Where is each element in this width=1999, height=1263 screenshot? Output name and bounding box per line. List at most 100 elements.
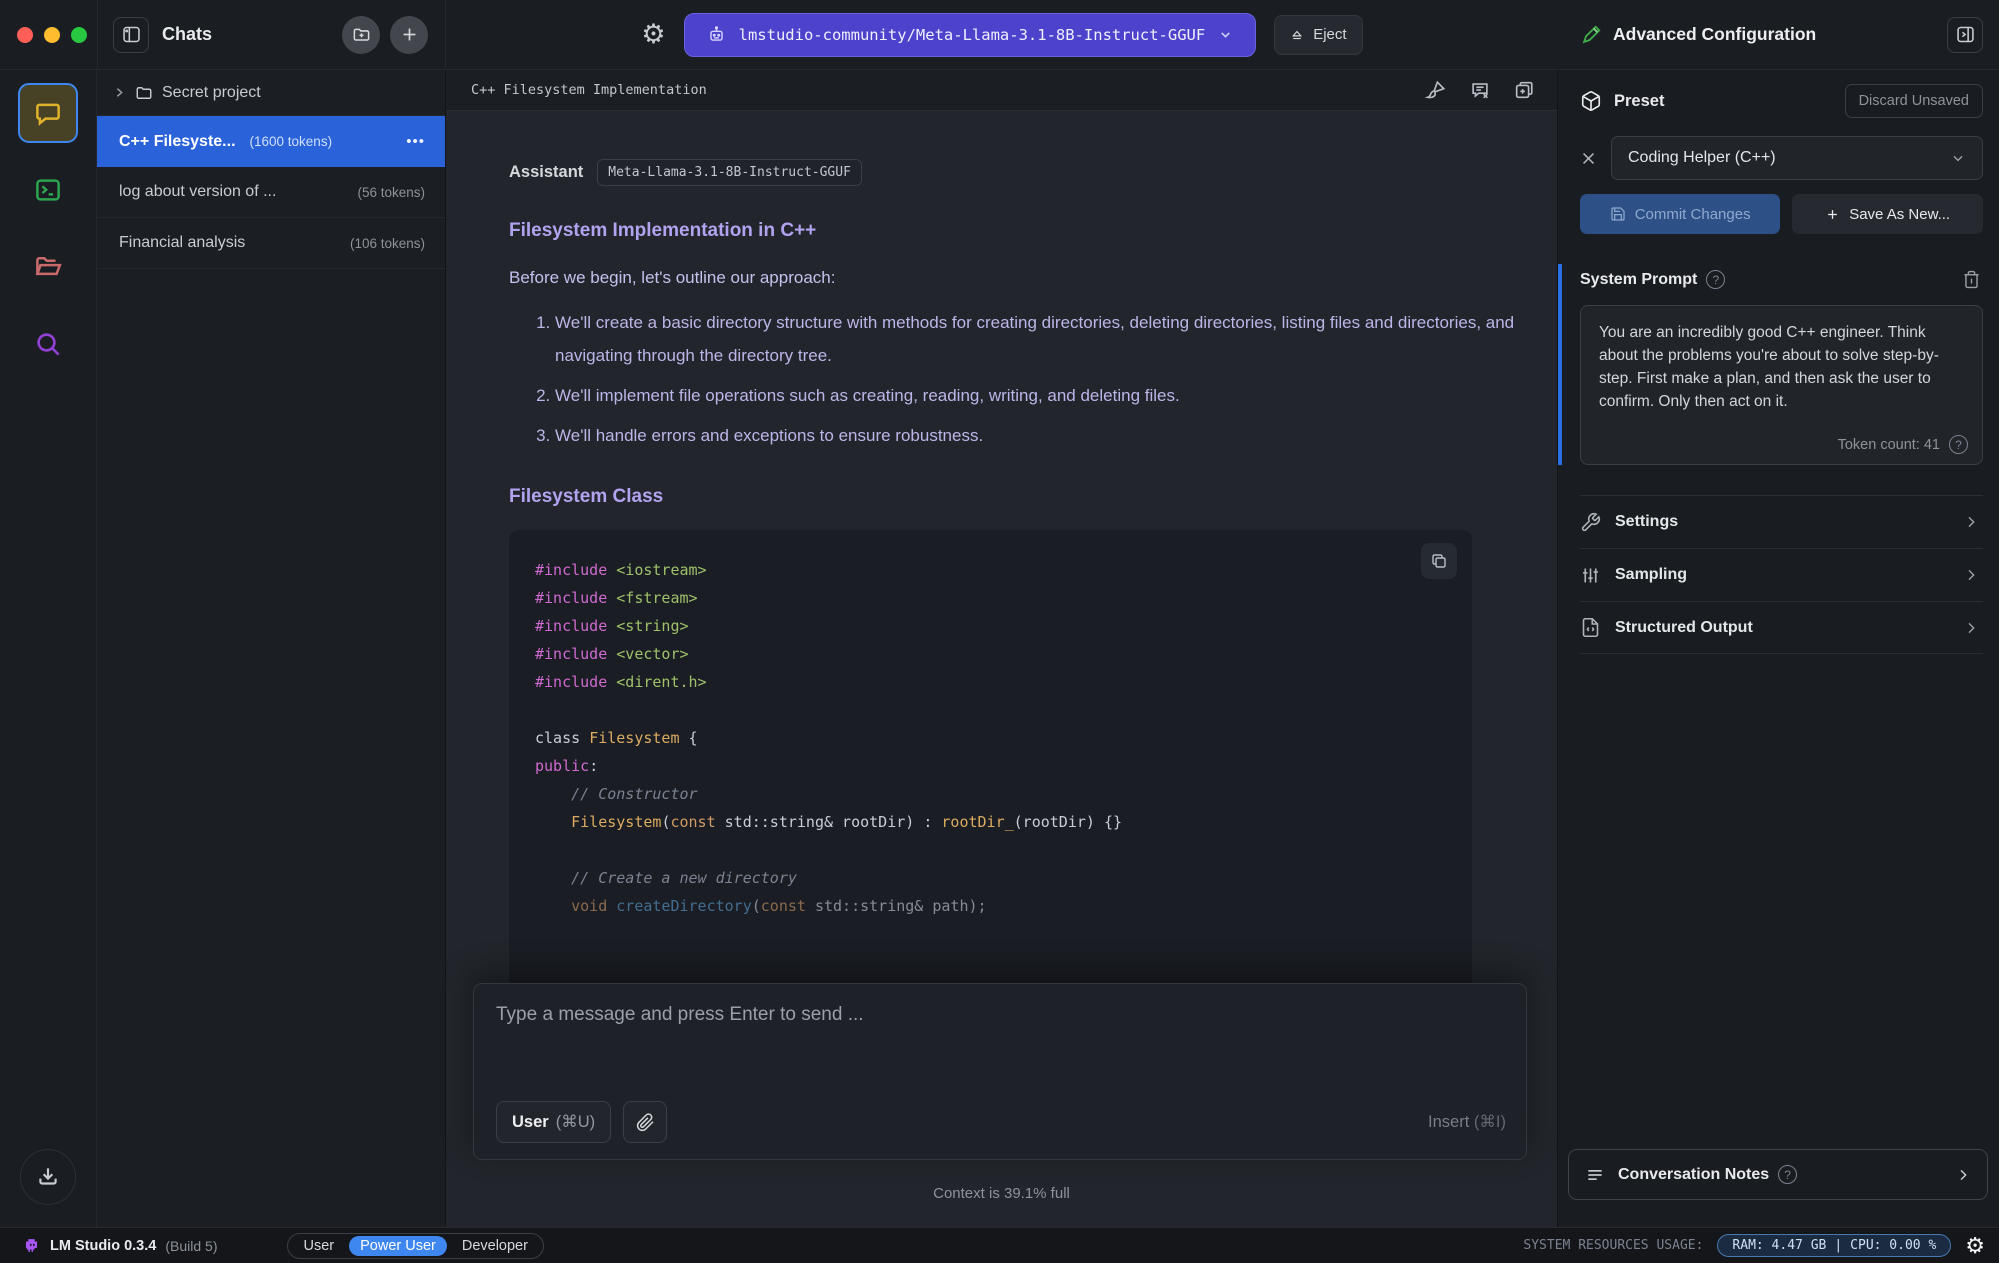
new-chat-button[interactable]: [390, 15, 428, 54]
context-usage-status: Context is 39.1% full: [933, 1185, 1070, 1202]
new-folder-button[interactable]: [342, 15, 380, 54]
close-window-button[interactable]: [17, 26, 33, 43]
commit-changes-button[interactable]: Commit Changes: [1580, 194, 1781, 234]
panel-section-settings[interactable]: Settings: [1580, 495, 1983, 548]
chat-item-title: log about version of ...: [119, 183, 277, 200]
minimize-window-button[interactable]: [44, 26, 60, 43]
resource-usage-pill[interactable]: RAM: 4.47 GB | CPU: 0.00 %: [1717, 1234, 1952, 1257]
chevron-right-icon: [113, 86, 126, 99]
chat-list-item[interactable]: C++ Filesyste... (1600 tokens) •••: [97, 116, 445, 167]
panel-section-label: Sampling: [1615, 566, 1688, 583]
save-as-new-button[interactable]: Save As New...: [1792, 194, 1983, 234]
preset-selected-value: Coding Helper (C++): [1628, 149, 1776, 166]
chat-bubble-icon: [33, 98, 63, 128]
divider: [97, 0, 98, 69]
markdown-heading: Filesystem Implementation in C++: [509, 220, 817, 241]
trash-icon[interactable]: [1962, 270, 1981, 289]
pencil-icon: [1580, 24, 1602, 46]
chat-list-item[interactable]: log about version of ... (56 tokens): [97, 167, 445, 218]
downloads-button[interactable]: [20, 1149, 76, 1205]
system-prompt-editor[interactable]: You are an incredibly good C++ engineer.…: [1580, 305, 1983, 465]
help-icon[interactable]: ?: [1706, 270, 1726, 289]
top-bar-right: Advanced Configuration: [1558, 0, 1999, 69]
download-icon: [35, 1164, 61, 1190]
role-selector-shortcut: (⌘U): [555, 1113, 596, 1131]
rail-discover-tab[interactable]: [18, 314, 78, 374]
code-line: #include <string>: [535, 617, 689, 635]
plus-icon: [1825, 207, 1840, 222]
assistant-message-body: Filesystem Implementation in C++ Before …: [509, 220, 1557, 1060]
panel-section-sampling[interactable]: Sampling: [1580, 548, 1983, 601]
attach-file-button[interactable]: [623, 1101, 668, 1143]
code-line: Filesystem(const std::string& rootDir) :…: [571, 813, 1123, 831]
settings-gear-icon[interactable]: ⚙: [1965, 1234, 1985, 1257]
copy-code-button[interactable]: [1421, 543, 1457, 579]
chat-item-token-count: (106 tokens): [349, 235, 425, 251]
sidebar-folder-secret-project[interactable]: Secret project: [97, 70, 445, 116]
eject-label: Eject: [1313, 26, 1347, 43]
conversation-notes-label: Conversation Notes: [1618, 1165, 1770, 1183]
insert-label: Insert: [1428, 1113, 1470, 1131]
ram-usage: RAM: 4.47 GB: [1732, 1238, 1827, 1253]
message-input[interactable]: Type a message and press Enter to send .…: [496, 1004, 1506, 1026]
resources-label: SYSTEM RESOURCES USAGE:: [1523, 1238, 1704, 1253]
panel-section-structured-output[interactable]: Structured Output: [1580, 601, 1983, 654]
model-settings-gear-icon[interactable]: ⚙: [641, 21, 665, 48]
chat-item-token-count: (1600 tokens): [249, 134, 333, 149]
chat-item-menu-icon[interactable]: •••: [406, 133, 425, 150]
code-line: #include <fstream>: [535, 589, 698, 607]
panel-section-label: Structured Output: [1615, 618, 1753, 636]
rail-my-models-tab[interactable]: [18, 237, 78, 297]
mode-power-user[interactable]: Power User: [349, 1235, 447, 1256]
assistant-model-badge: Meta-Llama-3.1-8B-Instruct-GGUF: [597, 159, 862, 186]
assistant-message-header: Assistant Meta-Llama-3.1-8B-Instruct-GGU…: [509, 159, 1557, 186]
right-panel-toggle-button[interactable]: [1947, 16, 1983, 53]
tidy-brush-icon[interactable]: [1425, 79, 1447, 101]
mode-developer[interactable]: Developer: [451, 1236, 539, 1256]
divider: [445, 0, 446, 69]
rail-developer-tab[interactable]: [18, 160, 78, 220]
eject-model-button[interactable]: Eject: [1274, 14, 1363, 55]
markdown-list-item: We'll create a basic directory structure…: [555, 306, 1557, 372]
pill-divider: |: [1834, 1238, 1843, 1253]
commit-changes-label: Commit Changes: [1634, 205, 1751, 223]
chat-list-item[interactable]: Financial analysis (106 tokens): [97, 218, 445, 269]
zoom-window-button[interactable]: [71, 26, 87, 43]
sidebar-toggle-button[interactable]: [113, 16, 149, 53]
paperclip-icon: [636, 1112, 655, 1132]
conversation-notes-button[interactable]: Conversation Notes ?: [1568, 1149, 1988, 1200]
chat-title: C++ Filesystem Implementation: [471, 82, 707, 98]
discard-unsaved-button[interactable]: Discard Unsaved: [1844, 84, 1983, 118]
insert-button[interactable]: Insert (⌘I): [1428, 1112, 1506, 1132]
user-mode-switcher: User Power User Developer: [287, 1232, 544, 1259]
sidebar-toggle-icon: [121, 24, 142, 45]
build-label: (Build 5): [165, 1237, 218, 1254]
duplicate-chat-icon[interactable]: [1513, 79, 1535, 101]
panel-sections: Settings Sampling Structured Output: [1580, 495, 1983, 654]
status-bar: LM Studio 0.3.4 (Build 5) User Power User…: [0, 1227, 1999, 1263]
clear-conversation-icon[interactable]: [1469, 79, 1491, 101]
panel-right-icon: [1955, 24, 1976, 45]
markdown-list-item: We'll handle errors and exceptions to en…: [555, 419, 1557, 452]
eject-icon: [1290, 28, 1304, 42]
mode-user[interactable]: User: [292, 1236, 345, 1256]
chats-title: Chats: [162, 24, 213, 44]
top-bar-center: ⚙ lmstudio-community/Meta-Llama-3.1-8B-I…: [446, 0, 1558, 69]
notes-icon: [1585, 1165, 1605, 1185]
role-selector-button[interactable]: User (⌘U): [496, 1101, 612, 1143]
model-name: lmstudio-community/Meta-Llama-3.1-8B-Ins…: [738, 25, 1206, 44]
lm-studio-window: Chats ⚙ lmstudio-community/Meta-Llama-3.…: [0, 0, 1999, 1263]
system-prompt-section: System Prompt ? You are an incredibly go…: [1558, 264, 1983, 465]
loaded-model-selector[interactable]: lmstudio-community/Meta-Llama-3.1-8B-Ins…: [683, 12, 1257, 57]
code-line: #include <dirent.h>: [535, 673, 707, 691]
code-line: #include <vector>: [535, 645, 689, 663]
rail-chats-tab[interactable]: [18, 83, 78, 143]
terminal-icon: [33, 175, 63, 205]
chevron-right-icon: [1963, 567, 1979, 583]
help-icon[interactable]: ?: [1949, 435, 1968, 454]
preset-dropdown[interactable]: Coding Helper (C++): [1611, 136, 1983, 180]
folder-name: Secret project: [162, 83, 261, 101]
clear-preset-button[interactable]: [1580, 150, 1597, 167]
